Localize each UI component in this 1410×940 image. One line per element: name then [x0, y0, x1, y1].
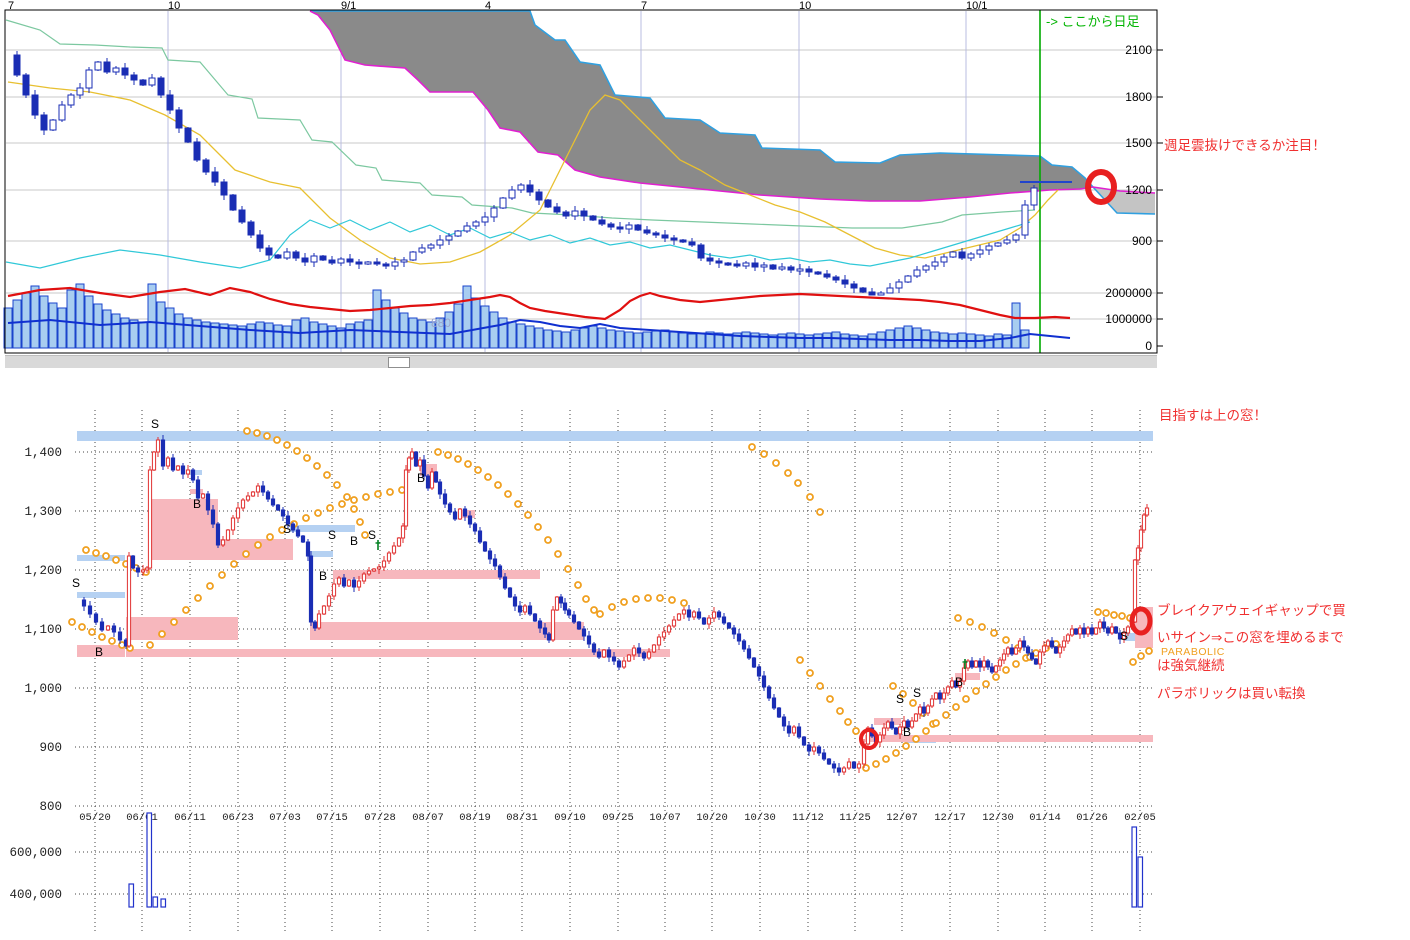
svg-text:800: 800 [39, 800, 62, 814]
svg-text:9/1: 9/1 [341, 0, 356, 12]
svg-text:09/25: 09/25 [602, 812, 634, 824]
svg-text:0: 0 [1145, 339, 1152, 353]
svg-text:06/23: 06/23 [222, 812, 254, 824]
svg-text:B: B [955, 675, 963, 689]
svg-text:2000000: 2000000 [1105, 286, 1152, 300]
daily-chart: SBSBSSBSBBSSBBS1,4001,3001,2001,1001,000… [9, 410, 1155, 932]
horizontal-scrollbar[interactable] [5, 355, 1157, 368]
svg-text:10/07: 10/07 [649, 812, 681, 824]
svg-text:10/1: 10/1 [966, 0, 987, 12]
svg-text:B: B [903, 725, 911, 739]
svg-text:4: 4 [485, 0, 491, 12]
svg-text:B: B [417, 471, 425, 485]
svg-text:12/30: 12/30 [982, 812, 1014, 824]
svg-text:1,000: 1,000 [24, 682, 62, 696]
svg-text:12/17: 12/17 [934, 812, 966, 824]
scrollbar-thumb[interactable] [388, 357, 410, 368]
svg-text:600,000: 600,000 [9, 846, 62, 860]
upper-window-note: 目指すは上の窓！ [1159, 409, 1267, 424]
breakaway-gap-note-line3: は強気継続 [1157, 659, 1225, 674]
svg-text:10/20: 10/20 [696, 812, 728, 824]
svg-text:1,200: 1,200 [24, 564, 62, 578]
svg-text:S: S [72, 576, 80, 590]
svg-text:02/05: 02/05 [1124, 812, 1156, 824]
weekly-cloud-note: 週足雲抜けできるか注目！ [1164, 139, 1326, 154]
daily-start-note: -> ここから日足 [1046, 15, 1140, 29]
breakaway-gap-note-line2: いサイン⇒この窓を埋めるまで [1157, 631, 1344, 646]
svg-text:05/20: 05/20 [79, 812, 111, 824]
svg-text:07/03: 07/03 [269, 812, 301, 824]
svg-text:B: B [350, 534, 358, 548]
svg-text:06/11: 06/11 [174, 812, 206, 824]
svg-text:880: 880 [431, 316, 451, 330]
svg-text:1500: 1500 [1125, 136, 1152, 150]
svg-text:09/10: 09/10 [554, 812, 586, 824]
svg-text:10: 10 [168, 0, 180, 12]
svg-text:900: 900 [1132, 234, 1152, 248]
svg-text:S: S [913, 686, 921, 700]
svg-text:1,300: 1,300 [24, 505, 62, 519]
svg-text:08/07: 08/07 [412, 812, 444, 824]
trading-chart-workspace: 7 10 9/1 4 7 10 10/1 2100 1800 1500 1200 900 2000000… [0, 0, 1410, 940]
svg-text:1800: 1800 [1125, 90, 1152, 104]
svg-text:11/25: 11/25 [839, 812, 871, 824]
svg-text:S: S [151, 417, 159, 431]
svg-text:2100: 2100 [1125, 43, 1152, 57]
svg-text:S: S [368, 528, 376, 542]
parabolic-label: PARABOLIC [1161, 647, 1225, 659]
svg-text:08/19: 08/19 [459, 812, 491, 824]
svg-text:7: 7 [8, 0, 14, 12]
svg-text:01/14: 01/14 [1029, 812, 1061, 824]
weekly-chart: 7 10 9/1 4 7 10 10/1 2100 1800 1500 1200 900 2000000… [4, 0, 1163, 353]
svg-text:1000000: 1000000 [1105, 312, 1152, 326]
svg-text:400,000: 400,000 [9, 888, 62, 902]
svg-text:1,400: 1,400 [24, 446, 62, 460]
svg-text:S: S [1120, 629, 1128, 643]
svg-text:1,100: 1,100 [24, 623, 62, 637]
svg-text:01/26: 01/26 [1076, 812, 1108, 824]
svg-text:10/30: 10/30 [744, 812, 776, 824]
svg-text:B: B [193, 497, 201, 511]
svg-text:B: B [319, 569, 327, 583]
svg-text:07/15: 07/15 [316, 812, 348, 824]
breakaway-gap-note-line1: ブレイクアウェイギャップで買 [1157, 604, 1346, 619]
svg-text:08/31: 08/31 [506, 812, 538, 824]
svg-text:S: S [283, 522, 291, 536]
parabolic-buy-note: パラボリックは買い転換 [1157, 687, 1306, 702]
svg-text:900: 900 [39, 741, 62, 755]
svg-text:06/01: 06/01 [126, 812, 158, 824]
svg-text:1200: 1200 [1125, 183, 1152, 197]
svg-text:10: 10 [799, 0, 811, 12]
svg-text:B: B [95, 645, 103, 659]
svg-text:S: S [328, 528, 336, 542]
svg-text:11/12: 11/12 [792, 812, 824, 824]
svg-text:S: S [896, 692, 904, 706]
svg-text:7: 7 [641, 0, 647, 12]
svg-text:12/07: 12/07 [886, 812, 918, 824]
svg-text:07/28: 07/28 [364, 812, 396, 824]
